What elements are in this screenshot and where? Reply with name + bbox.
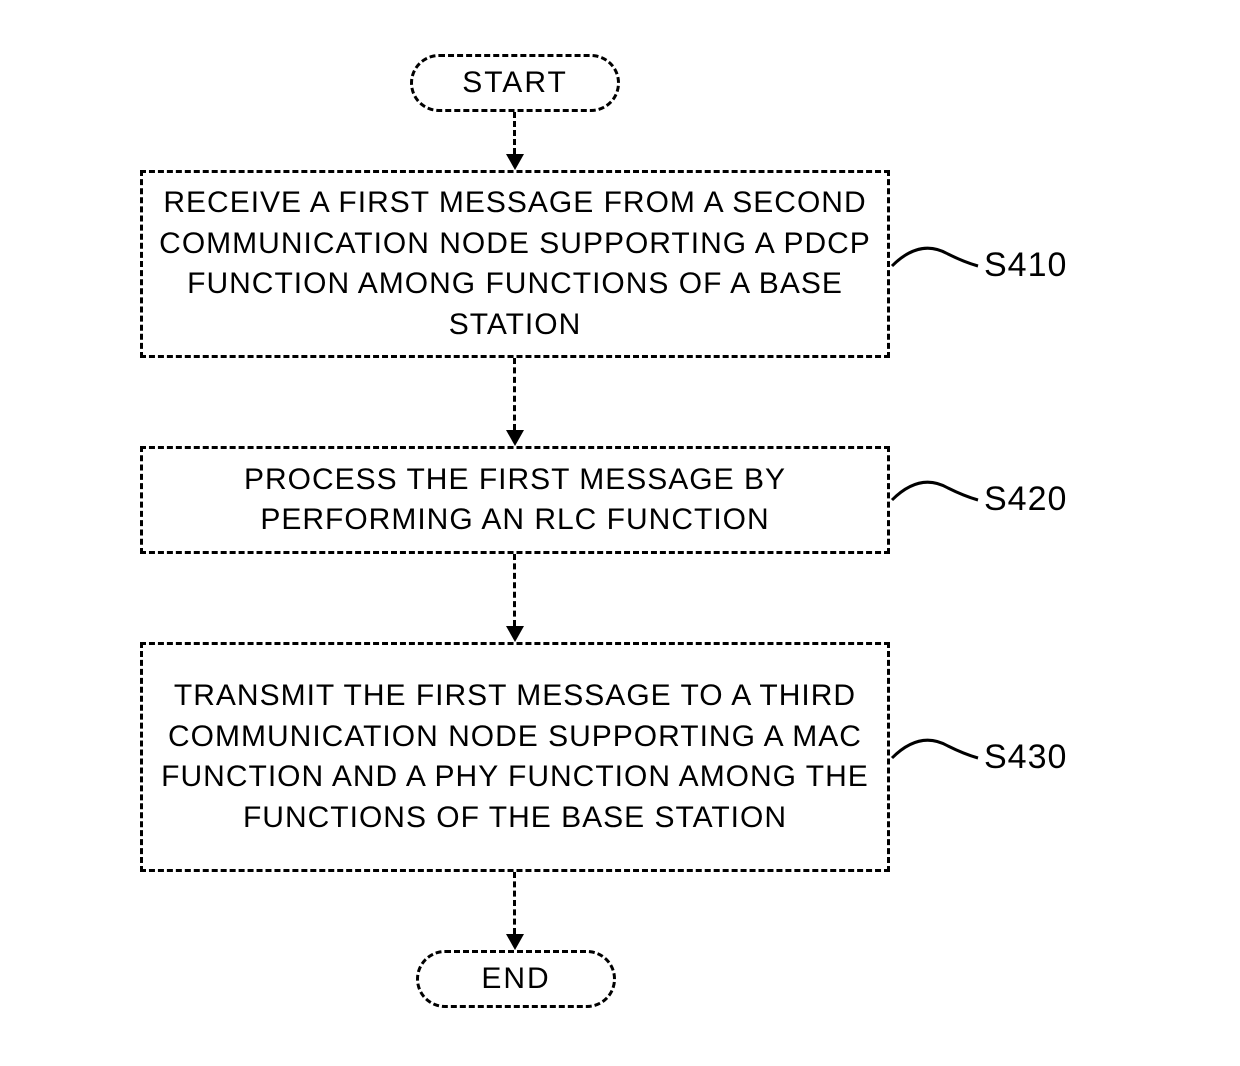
step-s430-text: TRANSMIT THE FIRST MESSAGE TO A THIRD CO…	[153, 676, 877, 838]
step-s420-text: PROCESS THE FIRST MESSAGE BY PERFORMING …	[153, 460, 877, 541]
flowchart-canvas: START RECEIVE A FIRST MESSAGE FROM A SEC…	[0, 0, 1240, 1066]
step-s410-label: S410	[984, 246, 1067, 285]
step-s410-box: RECEIVE A FIRST MESSAGE FROM A SECOND CO…	[140, 170, 890, 358]
end-label: END	[481, 962, 550, 996]
step-s410-text: RECEIVE A FIRST MESSAGE FROM A SECOND CO…	[153, 183, 877, 345]
leader-s430	[890, 728, 980, 788]
step-s430-label: S430	[984, 738, 1067, 777]
start-label: START	[462, 66, 568, 100]
connector-start-to-s410	[513, 112, 524, 170]
connector-s430-to-end	[513, 872, 524, 950]
connector-s410-to-s420	[513, 358, 524, 446]
connector-s420-to-s430	[513, 554, 524, 642]
step-s430-box: TRANSMIT THE FIRST MESSAGE TO A THIRD CO…	[140, 642, 890, 872]
step-s420-box: PROCESS THE FIRST MESSAGE BY PERFORMING …	[140, 446, 890, 554]
leader-s420	[890, 470, 980, 530]
end-terminator: END	[416, 950, 616, 1008]
leader-s410	[890, 236, 980, 296]
start-terminator: START	[410, 54, 620, 112]
step-s420-label: S420	[984, 480, 1067, 519]
